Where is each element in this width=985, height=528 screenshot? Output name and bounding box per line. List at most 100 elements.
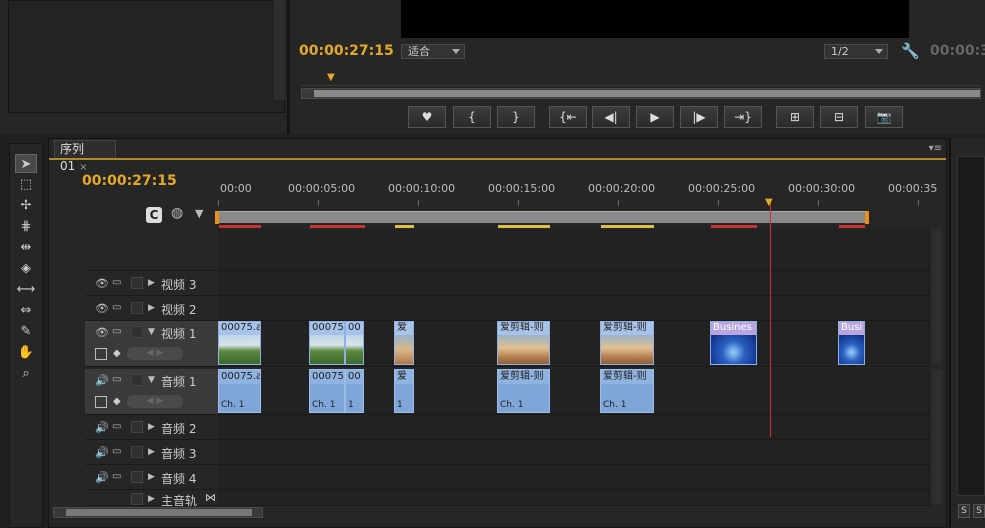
go-to-in-button[interactable]: {⇤ — [549, 106, 587, 128]
lock-toggle[interactable] — [131, 493, 143, 505]
lock-toggle[interactable] — [131, 277, 143, 289]
monitor-playhead-icon[interactable]: ▼ — [327, 72, 335, 83]
expand-arrow-icon[interactable]: ▶ — [148, 422, 155, 432]
audio-tracks-scrollbar[interactable] — [931, 369, 942, 504]
film-icon[interactable]: ▭ — [112, 374, 121, 385]
film-icon[interactable]: ▭ — [112, 421, 121, 432]
play-button[interactable]: ▶ — [636, 106, 674, 128]
keyframe-icon[interactable]: ◆ — [113, 348, 121, 359]
film-icon[interactable]: ▭ — [112, 326, 121, 337]
rolling-edit-tool-icon[interactable]: ⋕ — [15, 217, 37, 236]
monitor-scroll-thumb[interactable] — [314, 90, 980, 97]
monitor-timecode[interactable]: 00:00:27:15 — [299, 43, 394, 59]
extract-button[interactable]: ⊟ — [820, 106, 858, 128]
audio-clip[interactable]: 00075 Ch. 1 — [309, 369, 345, 413]
playhead-line[interactable] — [770, 199, 771, 437]
audio-clip[interactable]: 爱剪辑-则 Ch. 1 — [497, 369, 550, 413]
panel-menu-icon[interactable]: ▾≡ — [929, 143, 942, 154]
solo-button[interactable]: S — [973, 504, 985, 518]
pen-tool-icon[interactable]: ✎ — [15, 322, 37, 341]
marker-icon[interactable]: ◍ — [171, 205, 183, 221]
film-icon[interactable]: ▭ — [112, 277, 121, 288]
audio-clip[interactable]: 爱 1 — [394, 369, 414, 413]
waveform-icon[interactable] — [95, 396, 107, 408]
expand-arrow-icon[interactable]: ▶ — [148, 278, 155, 288]
lock-toggle[interactable] — [131, 326, 143, 338]
ripple-edit-tool-icon[interactable]: ✢ — [15, 196, 37, 215]
speaker-icon[interactable]: 🔊 — [95, 421, 109, 434]
audio-clip[interactable]: 爱剪辑-则 Ch. 1 — [600, 369, 654, 413]
lock-toggle[interactable] — [131, 446, 143, 458]
video-tracks-scrollbar[interactable] — [931, 229, 942, 363]
speaker-icon[interactable]: 🔊 — [95, 446, 109, 459]
lock-toggle[interactable] — [131, 471, 143, 483]
lock-toggle[interactable] — [131, 374, 143, 386]
bowtie-icon[interactable]: ⋈ — [205, 491, 216, 504]
monitor-scrollbar[interactable] — [301, 88, 981, 99]
mark-in-button[interactable]: { — [453, 106, 491, 128]
work-area-start-handle[interactable] — [215, 211, 219, 224]
video-clip[interactable]: 00 — [345, 321, 364, 365]
track-lane-audio-3[interactable] — [218, 440, 931, 465]
mark-out-button[interactable]: } — [497, 106, 535, 128]
track-lane-video-1[interactable]: 00075.a 00075 00 爱 爱剪辑-则 爱剪辑-则 Busines B… — [218, 321, 931, 367]
track-lane-audio-1[interactable]: 00075.a Ch. 1 00075 Ch. 1 00 1 爱 1 爱剪辑-则… — [218, 369, 931, 415]
close-icon[interactable]: × — [79, 162, 87, 173]
expand-arrow-icon[interactable]: ▶ — [148, 472, 155, 482]
expand-arrow-icon[interactable]: ▶ — [148, 303, 155, 313]
expand-arrow-icon[interactable]: ▶ — [148, 447, 155, 457]
slip-tool-icon[interactable]: ⟷ — [15, 280, 37, 299]
lift-button[interactable]: ⊞ — [776, 106, 814, 128]
eye-icon[interactable]: 👁 — [95, 326, 109, 339]
track-lane-video-2[interactable] — [218, 296, 931, 321]
audio-clip[interactable]: 00 1 — [345, 369, 364, 413]
slide-tool-icon[interactable]: ⇔ — [15, 301, 37, 320]
eye-icon[interactable]: 👁 — [95, 302, 109, 315]
audio-clip[interactable]: 00075.a Ch. 1 — [218, 369, 261, 413]
video-clip[interactable]: Busines — [710, 321, 757, 365]
playhead-icon[interactable]: ▼ — [765, 197, 776, 209]
monitor-ruler[interactable] — [301, 68, 981, 86]
lock-toggle[interactable] — [131, 302, 143, 314]
video-clip[interactable]: 爱 — [394, 321, 414, 365]
timeline-scroll-thumb[interactable] — [66, 509, 252, 516]
track-lane-master[interactable] — [218, 490, 931, 506]
film-icon[interactable]: ▭ — [112, 302, 121, 313]
snap-icon[interactable]: C — [146, 207, 162, 223]
track-lane-audio-2[interactable] — [218, 415, 931, 440]
video-clip[interactable]: 00075 — [309, 321, 345, 365]
keyframe-navigator[interactable]: ◀ ▶ — [127, 347, 183, 360]
wrench-icon[interactable]: 🔧 — [901, 42, 920, 60]
zoom-tool-icon[interactable]: ⌕ — [15, 364, 37, 383]
film-icon[interactable]: ▭ — [112, 471, 121, 482]
add-marker-icon[interactable]: ▼ — [195, 207, 203, 220]
add-marker-button[interactable]: ♥ — [408, 106, 446, 128]
step-forward-button[interactable]: |▶ — [680, 106, 718, 128]
go-to-out-button[interactable]: ⇥} — [724, 106, 762, 128]
work-area-bar[interactable] — [218, 211, 866, 223]
resolution-select[interactable]: 1/2 — [824, 44, 888, 59]
track-select-tool-icon[interactable]: ⬚ — [15, 175, 37, 194]
step-back-button[interactable]: ◀| — [592, 106, 630, 128]
hand-tool-icon[interactable]: ✋ — [15, 343, 37, 362]
razor-tool-icon[interactable]: ◈ — [15, 259, 37, 278]
speaker-icon[interactable]: 🔊 — [95, 471, 109, 484]
rate-stretch-tool-icon[interactable]: ⇹ — [15, 238, 37, 257]
speaker-icon[interactable]: 🔊 — [95, 374, 109, 387]
solo-button[interactable]: S — [958, 504, 970, 518]
timeline-zoom-scrollbar[interactable] — [53, 507, 263, 518]
video-clip[interactable]: 爱剪辑-则 — [497, 321, 550, 365]
lock-toggle[interactable] — [131, 421, 143, 433]
export-frame-button[interactable]: 📷 — [865, 106, 903, 128]
fit-select[interactable]: 适合 — [401, 44, 465, 59]
video-clip[interactable]: 00075.a — [218, 321, 261, 365]
video-clip[interactable]: Busi — [838, 321, 865, 365]
source-panel-scrollbar[interactable] — [274, 0, 285, 100]
eye-icon[interactable]: 👁 — [95, 277, 109, 290]
timeline-timecode[interactable]: 00:00:27:15 — [82, 173, 177, 189]
selection-tool-icon[interactable]: ➤ — [15, 154, 37, 173]
video-clip[interactable]: 爱剪辑-则 — [600, 321, 654, 365]
expand-arrow-icon[interactable]: ▶ — [148, 494, 155, 504]
collapse-arrow-icon[interactable]: ▼ — [148, 375, 155, 385]
collapse-arrow-icon[interactable]: ▼ — [148, 327, 155, 337]
